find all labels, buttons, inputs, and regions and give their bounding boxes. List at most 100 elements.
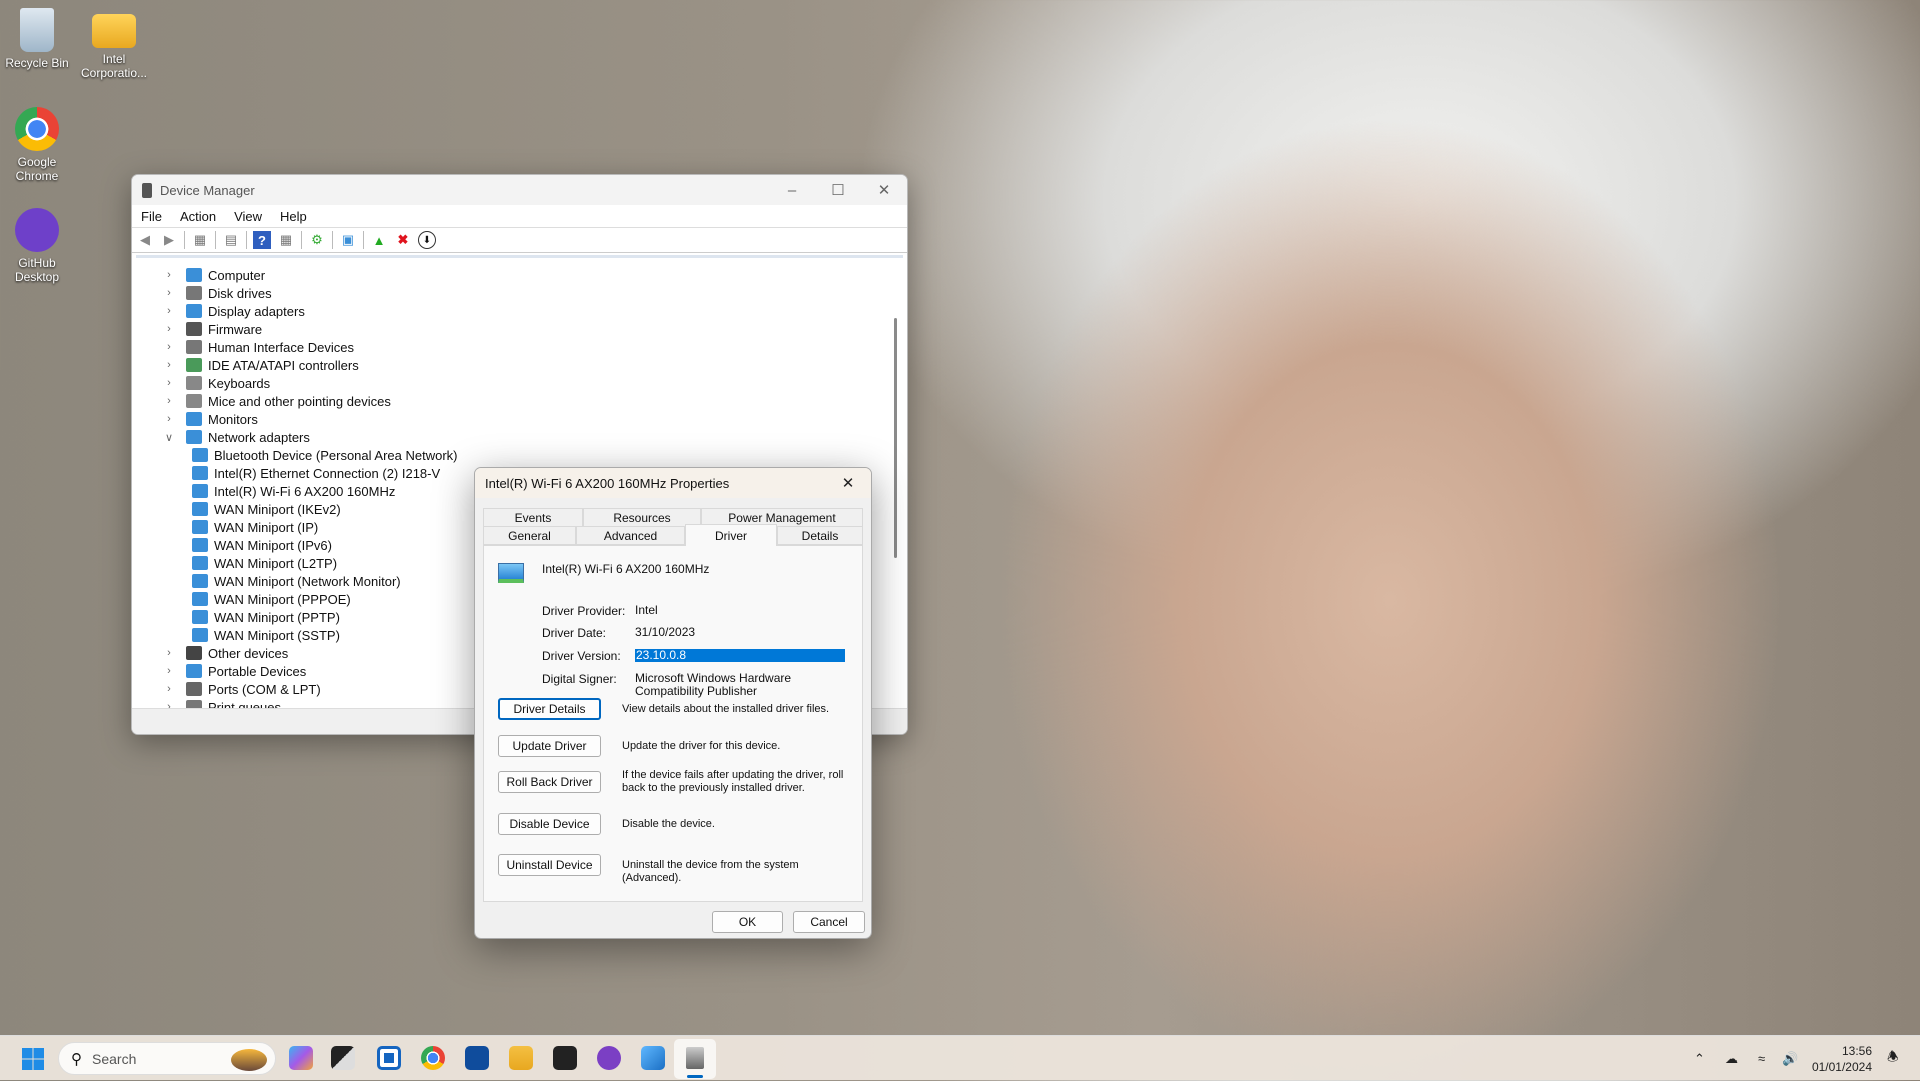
- show-hide-console-tree-icon[interactable]: ▦: [191, 231, 209, 249]
- chevron-down-icon[interactable]: ∨: [162, 431, 176, 444]
- field-label: Digital Signer:: [542, 672, 617, 686]
- field-label: Driver Provider:: [542, 604, 626, 618]
- tree-item-label: WAN Miniport (IKEv2): [214, 501, 341, 517]
- back-icon[interactable]: ◀: [136, 231, 154, 249]
- tree-item[interactable]: › Firmware: [162, 320, 262, 338]
- tree-item[interactable]: WAN Miniport (PPPOE): [192, 590, 351, 608]
- task-view-icon[interactable]: [331, 1046, 355, 1070]
- minimize-button[interactable]: –: [769, 175, 815, 205]
- tree-item[interactable]: › Monitors: [162, 410, 258, 428]
- forward-icon[interactable]: ▶: [160, 231, 178, 249]
- tree-item[interactable]: › IDE ATA/ATAPI controllers: [162, 356, 359, 374]
- github-desktop-icon[interactable]: [597, 1046, 621, 1070]
- notification-bell-icon[interactable]: 🕭: [1887, 1036, 1899, 1081]
- tree-item[interactable]: WAN Miniport (IP): [192, 518, 318, 536]
- action-description: If the device fails after updating the d…: [622, 769, 844, 794]
- tree-item-label: Ports (COM & LPT): [208, 681, 321, 697]
- copilot-icon[interactable]: [289, 1046, 313, 1070]
- scan-hardware-icon[interactable]: ▣: [339, 231, 357, 249]
- tree-item[interactable]: › Mice and other pointing devices: [162, 392, 391, 410]
- dialog-close-button[interactable]: ✕: [825, 468, 871, 498]
- field-value[interactable]: 23.10.0.8: [635, 649, 845, 662]
- tab-resources[interactable]: Resources: [583, 508, 701, 527]
- tree-item[interactable]: Intel(R) Wi-Fi 6 AX200 160MHz: [192, 482, 395, 500]
- tree-item[interactable]: › Portable Devices: [162, 662, 306, 680]
- tree-item[interactable]: WAN Miniport (SSTP): [192, 626, 340, 644]
- cancel-button[interactable]: Cancel: [793, 911, 865, 933]
- tab-advanced[interactable]: Advanced: [576, 526, 685, 545]
- chevron-right-icon[interactable]: ›: [162, 287, 176, 299]
- onedrive-icon[interactable]: ☁: [1725, 1036, 1738, 1081]
- device-category-icon: [192, 502, 208, 516]
- clock[interactable]: 13:56 01/01/2024: [1812, 1036, 1872, 1081]
- tab-events[interactable]: Events: [483, 508, 583, 527]
- tree-item[interactable]: › Ports (COM & LPT): [162, 680, 321, 698]
- tree-item[interactable]: ∨ Network adapters: [162, 428, 310, 446]
- store-icon[interactable]: [465, 1046, 489, 1070]
- tree-item[interactable]: WAN Miniport (Network Monitor): [192, 572, 401, 590]
- tab-details[interactable]: Details: [777, 526, 863, 545]
- properties-icon[interactable]: ▤: [222, 231, 240, 249]
- chevron-right-icon[interactable]: ›: [162, 377, 176, 389]
- chevron-right-icon[interactable]: ›: [162, 647, 176, 659]
- chevron-right-icon[interactable]: ›: [162, 413, 176, 425]
- uninstall-icon[interactable]: ✖: [394, 231, 412, 249]
- tab-general[interactable]: General: [483, 526, 576, 545]
- tree-item[interactable]: › Keyboards: [162, 374, 270, 392]
- chevron-right-icon[interactable]: ›: [162, 359, 176, 371]
- tab-driver[interactable]: Driver: [685, 524, 777, 546]
- chevron-right-icon[interactable]: ›: [162, 395, 176, 407]
- download-icon[interactable]: ⬇: [418, 231, 436, 249]
- figma-icon[interactable]: [553, 1046, 577, 1070]
- show-hidden-icons-button[interactable]: ⌃: [1694, 1036, 1705, 1081]
- widgets-icon[interactable]: [377, 1046, 401, 1070]
- update-driver-button[interactable]: Update Driver: [498, 735, 601, 757]
- menu-file[interactable]: File: [132, 209, 171, 224]
- tree-item[interactable]: › Other devices: [162, 644, 288, 662]
- chevron-right-icon[interactable]: ›: [162, 341, 176, 353]
- tree-item[interactable]: › Human Interface Devices: [162, 338, 354, 356]
- desktop-icon-recycle-bin[interactable]: Recycle Bin: [0, 8, 75, 70]
- tree-item-label: Portable Devices: [208, 663, 307, 679]
- chevron-right-icon[interactable]: ›: [162, 665, 176, 677]
- maximize-button[interactable]: ☐: [815, 175, 861, 205]
- file-explorer-icon[interactable]: [509, 1046, 533, 1070]
- photos-icon[interactable]: [641, 1046, 665, 1070]
- tree-item[interactable]: WAN Miniport (IKEv2): [192, 500, 341, 518]
- start-button[interactable]: [22, 1048, 44, 1070]
- menu-help[interactable]: Help: [271, 209, 316, 224]
- tree-item[interactable]: › Disk drives: [162, 284, 271, 302]
- chevron-right-icon[interactable]: ›: [162, 683, 176, 695]
- desktop-icon-github[interactable]: GitHub Desktop: [0, 208, 75, 284]
- wifi-icon[interactable]: ≈: [1758, 1036, 1765, 1081]
- tree-item[interactable]: Bluetooth Device (Personal Area Network): [192, 446, 458, 464]
- action-pane-icon[interactable]: ▦: [277, 231, 295, 249]
- update-driver-icon[interactable]: ⚙: [308, 231, 326, 249]
- vertical-scrollbar[interactable]: [894, 318, 897, 558]
- device-manager-taskbar-button[interactable]: [674, 1039, 716, 1079]
- roll-back-driver-button[interactable]: Roll Back Driver: [498, 771, 601, 793]
- tree-item[interactable]: › Display adapters: [162, 302, 305, 320]
- tree-item[interactable]: WAN Miniport (IPv6): [192, 536, 332, 554]
- desktop-icon-intel[interactable]: Intel Corporatio...: [76, 8, 152, 80]
- tree-item[interactable]: › Computer: [162, 266, 265, 284]
- menu-action[interactable]: Action: [171, 209, 225, 224]
- uninstall-device-button[interactable]: Uninstall Device: [498, 854, 601, 876]
- ok-button[interactable]: OK: [712, 911, 783, 933]
- chevron-right-icon[interactable]: ›: [162, 305, 176, 317]
- tree-item[interactable]: Intel(R) Ethernet Connection (2) I218-V: [192, 464, 440, 482]
- enable-device-icon[interactable]: ▲: [370, 231, 388, 249]
- chevron-right-icon[interactable]: ›: [162, 269, 176, 281]
- disable-device-button[interactable]: Disable Device: [498, 813, 601, 835]
- help-icon[interactable]: ?: [253, 231, 271, 249]
- close-button[interactable]: ✕: [861, 175, 907, 205]
- tree-item[interactable]: WAN Miniport (PPTP): [192, 608, 340, 626]
- menu-view[interactable]: View: [225, 209, 271, 224]
- driver-details-button[interactable]: Driver Details: [498, 698, 601, 720]
- chevron-right-icon[interactable]: ›: [162, 323, 176, 335]
- search-box[interactable]: ⚲ Search: [58, 1042, 276, 1075]
- desktop-icon-chrome[interactable]: Google Chrome: [0, 107, 75, 183]
- volume-icon[interactable]: 🔊: [1782, 1036, 1798, 1081]
- tree-item[interactable]: WAN Miniport (L2TP): [192, 554, 337, 572]
- chrome-icon[interactable]: [421, 1046, 445, 1070]
